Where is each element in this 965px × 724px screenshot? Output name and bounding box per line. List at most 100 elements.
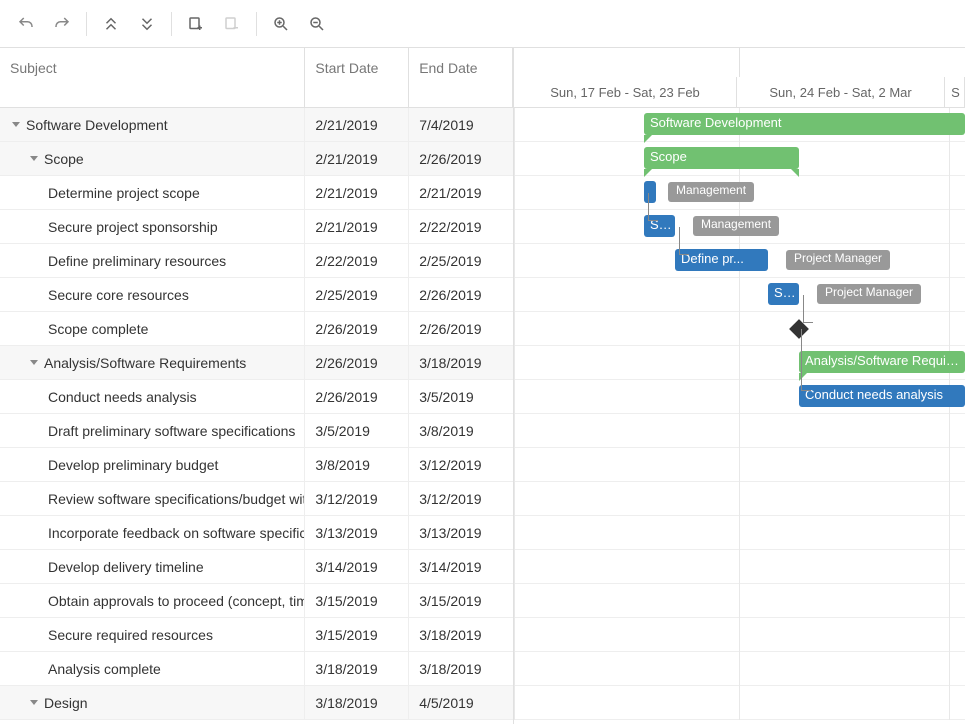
cell-start: 2/22/2019 — [305, 244, 409, 277]
chart-row — [514, 516, 965, 550]
dependency-line — [803, 295, 804, 322]
table-row[interactable]: Review software specifications/budget wi… — [0, 482, 513, 516]
cell-subject: Conduct needs analysis — [0, 380, 305, 413]
dependency-line — [801, 390, 811, 391]
table-row[interactable]: Scope2/21/20192/26/2019 — [0, 142, 513, 176]
table-row[interactable]: Obtain approvals to proceed (concept, ti… — [0, 584, 513, 618]
chart-row: Analysis/Software Requirem — [514, 346, 965, 380]
cell-start: 2/26/2019 — [305, 346, 409, 379]
task-name: Secure project sponsorship — [48, 219, 218, 235]
cell-subject: Software Development — [0, 108, 305, 141]
cell-subject: Obtain approvals to proceed (concept, ti… — [0, 584, 305, 617]
task-name: Develop delivery timeline — [48, 559, 204, 575]
add-task-button[interactable] — [178, 6, 214, 42]
table-row[interactable]: Scope complete2/26/20192/26/2019 — [0, 312, 513, 346]
table-row[interactable]: Conduct needs analysis 2/26/20193/5/2019 — [0, 380, 513, 414]
cell-start: 3/13/2019 — [305, 516, 409, 549]
task-name: Design — [44, 695, 88, 711]
dependency-line — [648, 193, 649, 220]
cell-start: 2/26/2019 — [305, 380, 409, 413]
task-name: Secure core resources — [48, 287, 189, 303]
expand-caret-icon[interactable] — [12, 122, 20, 127]
table-row[interactable]: Analysis/Software Requirements 2/26/20193… — [0, 346, 513, 380]
collapse-all-button[interactable] — [93, 6, 129, 42]
table-row[interactable]: Design3/18/20194/5/2019 — [0, 686, 513, 720]
chart-row: Management — [514, 176, 965, 210]
table-row[interactable]: Develop preliminary budget3/8/20193/12/2… — [0, 448, 513, 482]
table-row[interactable]: Secure required resources3/15/20193/18/2… — [0, 618, 513, 652]
toolbar-separator — [86, 12, 87, 36]
chart-row — [514, 618, 965, 652]
task-name: Draft preliminary software specification… — [48, 423, 295, 439]
cell-end: 3/18/2019 — [409, 346, 513, 379]
cell-start: 3/18/2019 — [305, 686, 409, 719]
expand-caret-icon[interactable] — [30, 360, 38, 365]
toolbar-separator — [256, 12, 257, 36]
delete-task-button[interactable] — [214, 6, 250, 42]
table-row[interactable]: Incorporate feedback on software specifi… — [0, 516, 513, 550]
chart-row: Scope — [514, 142, 965, 176]
cell-subject: Design — [0, 686, 305, 719]
task-name: Conduct needs analysis — [48, 389, 197, 405]
redo-button[interactable] — [44, 6, 80, 42]
task-name: Analysis/Software Requirements — [44, 355, 246, 371]
cell-subject: Secure required resources — [0, 618, 305, 651]
chart-row: Conduct needs analysis — [514, 380, 965, 414]
column-header-start[interactable]: Start Date — [305, 48, 409, 107]
dependency-line — [648, 220, 658, 221]
summary-bar[interactable]: Software Development — [644, 113, 965, 135]
task-bar[interactable]: Conduct needs analysis — [799, 385, 965, 407]
zoom-in-button[interactable] — [263, 6, 299, 42]
expand-all-button[interactable] — [129, 6, 165, 42]
task-grid: Subject Start Date End Date Software Dev… — [0, 48, 514, 724]
task-name: Determine project scope — [48, 185, 200, 201]
undo-button[interactable] — [8, 6, 44, 42]
table-row[interactable]: Secure project sponsorship2/21/20192/22/… — [0, 210, 513, 244]
table-row[interactable]: Define preliminary resources2/22/20192/2… — [0, 244, 513, 278]
chart-row — [514, 482, 965, 516]
chart-body[interactable]: Software DevelopmentScopeManagementS...M… — [514, 108, 965, 724]
dependency-line — [803, 322, 813, 323]
task-bar[interactable] — [644, 181, 656, 203]
chart-row — [514, 686, 965, 720]
table-row[interactable]: Secure core resources 2/25/20192/26/2019 — [0, 278, 513, 312]
grid-header: Subject Start Date End Date — [0, 48, 513, 108]
cell-subject: Analysis complete — [0, 652, 305, 685]
summary-bar[interactable]: Scope — [644, 147, 799, 169]
cell-start: 3/15/2019 — [305, 584, 409, 617]
task-name: Scope complete — [48, 321, 148, 337]
task-bar[interactable]: S... — [768, 283, 799, 305]
cell-end: 2/22/2019 — [409, 210, 513, 243]
table-row[interactable]: Analysis complete3/18/20193/18/2019 — [0, 652, 513, 686]
chart-row — [514, 652, 965, 686]
summary-bar[interactable]: Analysis/Software Requirem — [799, 351, 965, 373]
cell-start: 2/21/2019 — [305, 142, 409, 175]
cell-end: 2/25/2019 — [409, 244, 513, 277]
cell-start: 3/18/2019 — [305, 652, 409, 685]
chart-row — [514, 448, 965, 482]
cell-end: 3/12/2019 — [409, 448, 513, 481]
table-row[interactable]: Software Development2/21/20197/4/2019 — [0, 108, 513, 142]
column-header-end[interactable]: End Date — [409, 48, 513, 107]
cell-start: 3/8/2019 — [305, 448, 409, 481]
cell-subject: Analysis/Software Requirements — [0, 346, 305, 379]
timeline-week-1: Sun, 24 Feb - Sat, 2 Mar — [737, 77, 945, 107]
table-row[interactable]: Draft preliminary software specification… — [0, 414, 513, 448]
chart-row — [514, 414, 965, 448]
expand-caret-icon[interactable] — [30, 156, 38, 161]
table-row[interactable]: Develop delivery timeline3/14/20193/14/2… — [0, 550, 513, 584]
task-name: Review software specifications/budget wi… — [48, 491, 305, 507]
chart-row: Software Development — [514, 108, 965, 142]
expand-caret-icon[interactable] — [30, 700, 38, 705]
column-header-subject[interactable]: Subject — [0, 48, 305, 107]
cell-end: 3/18/2019 — [409, 618, 513, 651]
cell-end: 2/26/2019 — [409, 278, 513, 311]
cell-start: 2/21/2019 — [305, 108, 409, 141]
cell-start: 2/25/2019 — [305, 278, 409, 311]
task-name: Software Development — [26, 117, 168, 133]
zoom-out-button[interactable] — [299, 6, 335, 42]
table-row[interactable]: Determine project scope2/21/20192/21/201… — [0, 176, 513, 210]
chart-row: Define pr...Project Manager — [514, 244, 965, 278]
cell-end: 3/5/2019 — [409, 380, 513, 413]
task-bar[interactable]: Define pr... — [675, 249, 768, 271]
